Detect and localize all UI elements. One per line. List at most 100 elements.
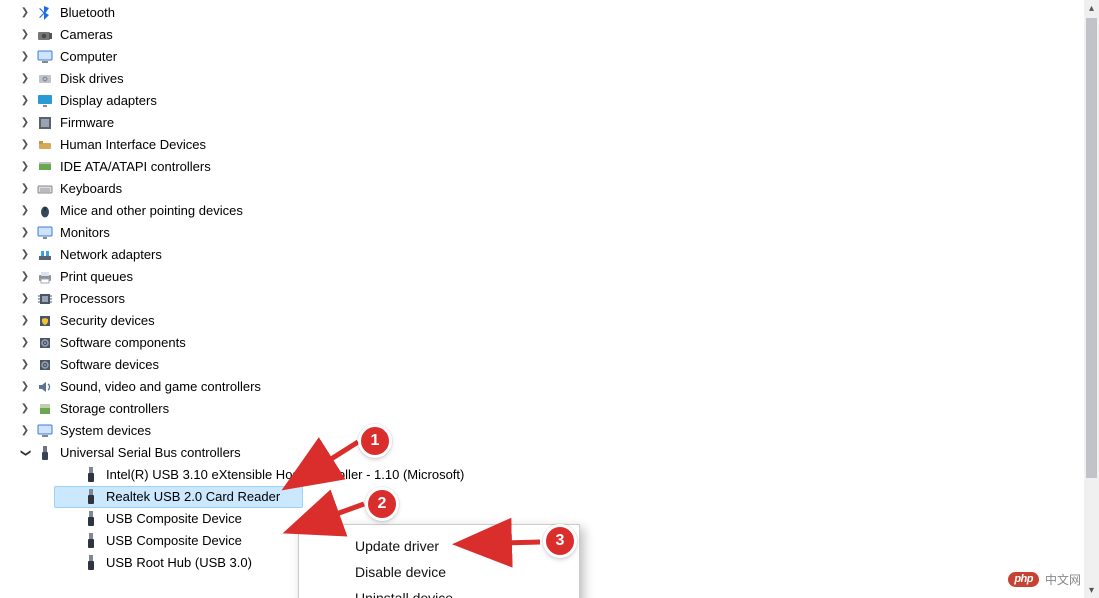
tree-category-label: Cameras [60, 24, 113, 46]
tree-category[interactable]: ❯ Security devices [20, 310, 1082, 332]
menu-item-disable-device[interactable]: Disable device [299, 559, 579, 585]
tree-category-label: Security devices [60, 310, 155, 332]
tree-item-selected[interactable]: Realtek USB 2.0 Card Reader [54, 486, 303, 508]
keyboard-icon [36, 180, 54, 198]
monitor-icon [36, 224, 54, 242]
chevron-right-icon[interactable]: ❯ [20, 162, 30, 172]
tree-category[interactable]: ❯ Firmware [20, 112, 1082, 134]
chevron-right-icon[interactable]: ❯ [20, 250, 30, 260]
tree-category[interactable]: ❯IDE ATA/ATAPI controllers [20, 156, 1082, 178]
chevron-down-icon[interactable]: ❯ [20, 448, 30, 458]
camera-icon [36, 26, 54, 44]
usb-plug-icon [82, 532, 100, 550]
usb-plug-icon [82, 488, 100, 506]
chevron-right-icon[interactable]: ❯ [20, 360, 30, 370]
tree-category[interactable]: ❯ Disk drives [20, 68, 1082, 90]
mouse-icon [36, 202, 54, 220]
tree-category-label: Software components [60, 332, 186, 354]
tree-category[interactable]: ❯Keyboards [20, 178, 1082, 200]
firmware-icon [36, 114, 54, 132]
context-menu: Update driver Disable device Uninstall d… [298, 524, 580, 598]
annotation-callout-1: 1 [358, 424, 392, 458]
chevron-right-icon[interactable]: ❯ [20, 30, 30, 40]
chevron-right-icon[interactable]: ❯ [20, 316, 30, 326]
tree-item[interactable]: Intel(R) USB 3.10 eXtensible Host Contro… [54, 464, 1082, 486]
chevron-right-icon[interactable]: ❯ [20, 338, 30, 348]
chevron-right-icon[interactable]: ❯ [20, 8, 30, 18]
menu-item-uninstall-device[interactable]: Uninstall device [299, 585, 579, 598]
chevron-right-icon[interactable]: ❯ [20, 74, 30, 84]
vertical-scrollbar[interactable]: ▴ ▾ [1084, 0, 1099, 598]
tree-category-label: Firmware [60, 112, 114, 134]
scroll-down-button[interactable]: ▾ [1084, 582, 1099, 598]
chevron-right-icon[interactable]: ❯ [20, 96, 30, 106]
watermark: php 中文网 [1008, 571, 1081, 588]
tree-category-label: Display adapters [60, 90, 157, 112]
chevron-right-icon[interactable]: ❯ [20, 404, 30, 414]
watermark-badge: php [1008, 572, 1039, 587]
chevron-right-icon[interactable]: ❯ [20, 294, 30, 304]
scroll-thumb[interactable] [1086, 18, 1097, 478]
tree-category-label: Print queues [60, 266, 133, 288]
tree-item-label: Realtek USB 2.0 Card Reader [106, 487, 280, 507]
chevron-right-icon[interactable]: ❯ [20, 426, 30, 436]
tree-category[interactable]: ❯ Mice and other pointing devices [20, 200, 1082, 222]
tree-category[interactable]: ❯ Display adapters [20, 90, 1082, 112]
usb-plug-icon [82, 510, 100, 528]
tree-category[interactable]: ❯Storage controllers [20, 398, 1082, 420]
tree-category-label: Human Interface Devices [60, 134, 206, 156]
tree-category-label: Sound, video and game controllers [60, 376, 261, 398]
usb-icon [36, 444, 54, 462]
software-icon [36, 356, 54, 374]
usb-plug-icon [82, 466, 100, 484]
annotation-callout-2: 2 [365, 487, 399, 521]
chevron-right-icon[interactable]: ❯ [20, 118, 30, 128]
disk-icon [36, 70, 54, 88]
tree-category-label: Processors [60, 288, 125, 310]
tree-category[interactable]: ❯ Cameras [20, 24, 1082, 46]
sound-icon [36, 378, 54, 396]
hid-icon [36, 136, 54, 154]
tree-category-expanded[interactable]: ❯Universal Serial Bus controllers [20, 442, 1082, 464]
network-icon [36, 246, 54, 264]
chevron-right-icon[interactable]: ❯ [20, 52, 30, 62]
tree-category-label: Mice and other pointing devices [60, 200, 243, 222]
cpu-icon [36, 290, 54, 308]
tree-category-label: Disk drives [60, 68, 124, 90]
security-icon [36, 312, 54, 330]
tree-category-label: System devices [60, 420, 151, 442]
tree-category[interactable]: ❯ Sound, video and game controllers [20, 376, 1082, 398]
tree-category[interactable]: ❯ Bluetooth [20, 2, 1082, 24]
printer-icon [36, 268, 54, 286]
chevron-right-icon[interactable]: ❯ [20, 272, 30, 282]
usb-plug-icon [82, 554, 100, 572]
tree-category[interactable]: ❯ Processors [20, 288, 1082, 310]
tree-item-label: USB Root Hub (USB 3.0) [106, 552, 252, 574]
chevron-right-icon[interactable]: ❯ [20, 228, 30, 238]
tree-category-label: Software devices [60, 354, 159, 376]
tree-category[interactable]: ❯ Print queues [20, 266, 1082, 288]
tree-category-label: Monitors [60, 222, 110, 244]
tree-category[interactable]: ❯ Human Interface Devices [20, 134, 1082, 156]
chevron-right-icon[interactable]: ❯ [20, 382, 30, 392]
storage-icon [36, 400, 54, 418]
tree-category[interactable]: ❯Network adapters [20, 244, 1082, 266]
ide-icon [36, 158, 54, 176]
tree-item-label: USB Composite Device [106, 508, 242, 530]
tree-category[interactable]: ❯ Computer [20, 46, 1082, 68]
tree-category[interactable]: ❯ Software devices [20, 354, 1082, 376]
software-icon [36, 334, 54, 352]
tree-category[interactable]: ❯ System devices [20, 420, 1082, 442]
chevron-right-icon[interactable]: ❯ [20, 206, 30, 216]
menu-item-update-driver[interactable]: Update driver [299, 533, 579, 559]
annotation-callout-3: 3 [543, 524, 577, 558]
chevron-right-icon[interactable]: ❯ [20, 184, 30, 194]
system-icon [36, 422, 54, 440]
tree-category-label: Computer [60, 46, 117, 68]
tree-category[interactable]: ❯ Software components [20, 332, 1082, 354]
tree-category[interactable]: ❯ Monitors [20, 222, 1082, 244]
scroll-up-button[interactable]: ▴ [1084, 0, 1099, 16]
chevron-right-icon[interactable]: ❯ [20, 140, 30, 150]
tree-item-label: USB Composite Device [106, 530, 242, 552]
tree-category-label: Bluetooth [60, 2, 115, 24]
